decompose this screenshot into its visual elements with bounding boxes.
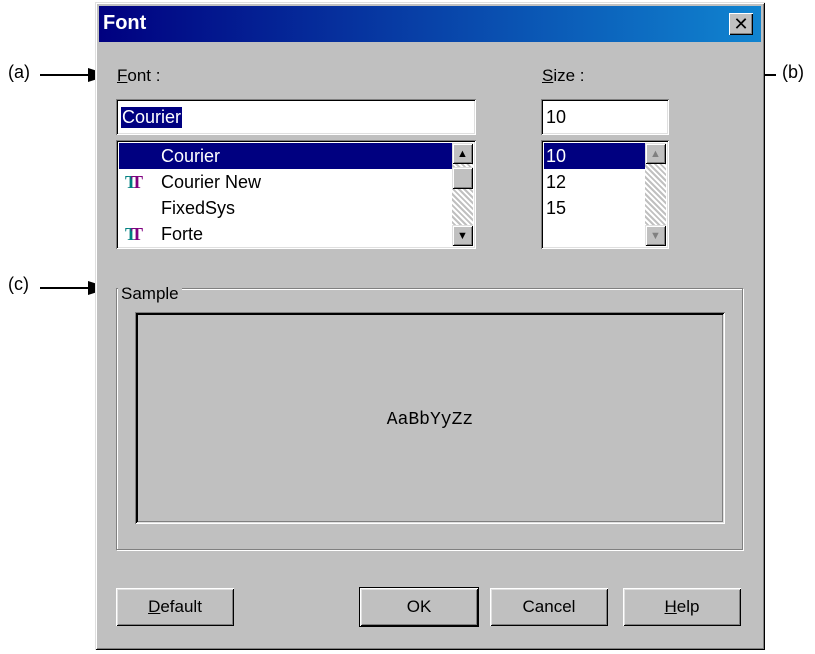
font-label-mnemonic: F [117, 66, 128, 85]
sample-preview-text: AaBbYyZz [386, 410, 474, 430]
font-label: Font : [117, 66, 160, 86]
sample-label: Sample [118, 284, 182, 304]
size-label: Size : [542, 66, 585, 86]
truetype-font-icon: TT [125, 224, 144, 244]
font-list-item-label: Forte [161, 224, 204, 244]
default-button-mnemonic: D [148, 597, 161, 616]
size-list-item-label: 15 [546, 198, 567, 218]
default-button[interactable]: Default [116, 588, 234, 626]
scroll-down-arrow-icon: ▼ [650, 229, 661, 242]
font-list-item-forte[interactable]: TT Forte [119, 221, 452, 247]
size-list-scrollbar[interactable]: ▲ ▼ [645, 143, 666, 246]
font-list-item-label: Courier [161, 146, 221, 166]
size-list-item-label: 10 [546, 146, 567, 166]
font-list-item-label: Courier New [161, 172, 262, 192]
scroll-up-arrow-icon: ▲ [650, 147, 661, 160]
size-list-item-12[interactable]: 12 [544, 169, 645, 195]
dialog-title: Font [103, 12, 147, 34]
size-list-item-15[interactable]: 15 [544, 195, 645, 221]
font-name-input-value: Courier [121, 107, 183, 128]
sample-preview: AaBbYyZz [135, 312, 725, 524]
scroll-up-arrow-icon: ▲ [457, 147, 468, 160]
cancel-button[interactable]: Cancel [490, 588, 608, 626]
font-list-item-fixedsys[interactable]: FixedSys [119, 195, 452, 221]
help-button[interactable]: Help [623, 588, 741, 626]
close-button[interactable]: ✕ [729, 13, 753, 35]
annotation-c: (c) [8, 274, 29, 294]
font-label-text: ont : [127, 66, 161, 85]
close-icon: ✕ [733, 13, 749, 34]
font-list-items: Courier TT Courier New FixedSys TT Forte [119, 143, 452, 247]
scroll-down-arrow-icon: ▼ [457, 229, 468, 242]
font-list-item-label: FixedSys [161, 198, 236, 218]
font-list-item-courier-new[interactable]: TT Courier New [119, 169, 452, 195]
title-bar[interactable]: Font ✕ [99, 6, 761, 42]
ok-button[interactable]: OK [359, 587, 479, 627]
scroll-up-button[interactable]: ▲ [645, 143, 666, 164]
default-button-label: efault [160, 597, 202, 616]
size-list[interactable]: 10 12 15 ▲ ▼ [541, 140, 669, 249]
scroll-thumb[interactable] [452, 167, 473, 189]
size-list-item-label: 12 [546, 172, 567, 192]
arrow-a-line [40, 74, 92, 76]
scroll-down-button[interactable]: ▼ [452, 225, 473, 246]
ok-button-label: OK [406, 597, 432, 616]
size-list-items: 10 12 15 [544, 143, 645, 221]
annotation-a: (a) [8, 62, 30, 82]
help-button-label: elp [676, 597, 700, 616]
size-list-item-10[interactable]: 10 [544, 143, 645, 169]
font-list[interactable]: Courier TT Courier New FixedSys TT Forte… [116, 140, 476, 249]
font-list-item-courier[interactable]: Courier [119, 143, 452, 169]
help-button-mnemonic: H [664, 597, 677, 616]
annotation-b: (b) [782, 62, 804, 82]
arrow-c-line [40, 287, 92, 289]
size-label-text: ize : [553, 66, 585, 85]
font-list-scrollbar[interactable]: ▲ ▼ [452, 143, 473, 246]
font-size-input-value: 10 [546, 107, 567, 127]
size-label-mnemonic: S [542, 66, 554, 85]
scroll-down-button[interactable]: ▼ [645, 225, 666, 246]
cancel-button-label: Cancel [522, 597, 576, 616]
font-name-input[interactable]: Courier [116, 99, 476, 135]
scroll-up-button[interactable]: ▲ [452, 143, 473, 164]
truetype-font-icon: TT [125, 172, 144, 192]
font-size-input[interactable]: 10 [541, 99, 669, 135]
